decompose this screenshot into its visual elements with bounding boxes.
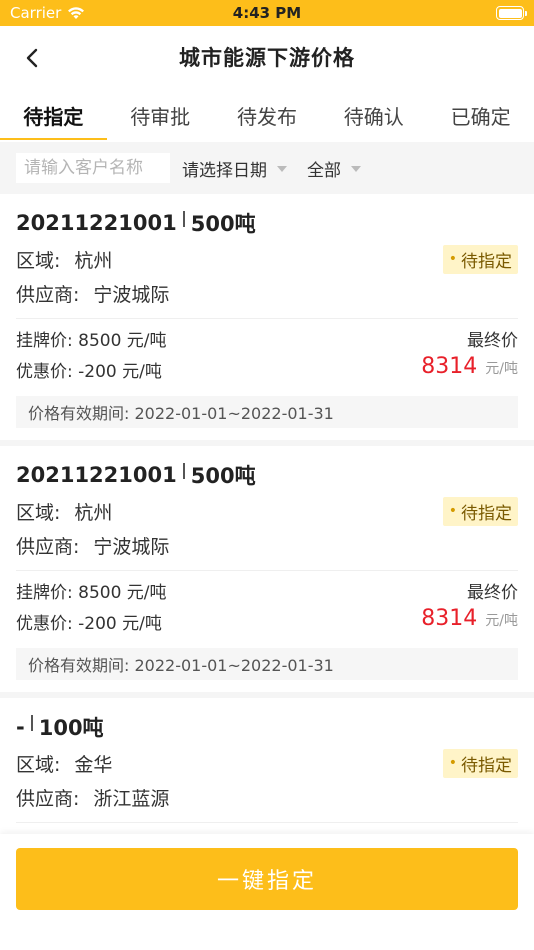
price-block: 挂牌价: 8500 元/吨 优惠价: -200 元/吨 最终价 8314 元/吨: [16, 575, 518, 640]
status-badge-label: 待指定: [461, 503, 512, 524]
region-label: 区域:: [16, 501, 61, 524]
caret-down-icon: [277, 166, 287, 172]
title-separator: [30, 715, 33, 731]
discount-price: 优惠价: -200 元/吨: [16, 362, 162, 382]
order-quantity: 100吨: [38, 716, 104, 740]
date-dropdown[interactable]: 请选择日期: [182, 156, 287, 181]
price-block: 挂牌价: 8500 元/吨 优惠价: -200 元/吨 最终价 8314 元/吨: [16, 323, 518, 388]
customer-search-input[interactable]: [16, 153, 170, 183]
divider: [16, 318, 518, 319]
region-label: 区域:: [16, 249, 61, 272]
dot-icon: •: [448, 755, 457, 771]
final-price-unit: 元/吨: [485, 361, 518, 377]
final-price-value: 8314: [421, 354, 478, 379]
dot-icon: •: [448, 251, 457, 267]
final-price-value: 8314: [421, 606, 478, 631]
supplier-value: 浙江蓝源: [93, 787, 170, 810]
supplier-row: 供应商: 浙江蓝源: [16, 780, 518, 814]
validity-period: 价格有效期间: 2022-01-01~2022-01-31: [16, 396, 518, 428]
divider: [16, 822, 518, 823]
filter-bar: 请选择日期 全部: [0, 142, 534, 194]
tab-pending-approval[interactable]: 待审批: [107, 88, 214, 142]
title-separator: [182, 463, 185, 479]
status-badge-label: 待指定: [461, 755, 512, 776]
back-button[interactable]: [18, 44, 46, 72]
tab-pending-publish[interactable]: 待发布: [214, 88, 321, 142]
supplier-value: 宁波城际: [93, 283, 170, 306]
final-price: 8314 元/吨: [421, 354, 518, 388]
date-dropdown-label: 请选择日期: [182, 160, 267, 181]
validity-period: 价格有效期间: 2022-01-01~2022-01-31: [16, 648, 518, 680]
final-price-label: 最终价: [467, 331, 518, 351]
assign-all-button[interactable]: 一键指定: [16, 848, 518, 910]
divider: [16, 570, 518, 571]
region-value: 杭州: [74, 501, 113, 524]
final-price-label: 最终价: [467, 583, 518, 603]
tab-pending-confirm[interactable]: 待确认: [320, 88, 427, 142]
final-price-unit: 元/吨: [485, 613, 518, 629]
region-value: 杭州: [74, 249, 113, 272]
region-label: 区域:: [16, 753, 61, 776]
nav-bar: 城市能源下游价格: [0, 26, 534, 88]
status-badge-label: 待指定: [461, 251, 512, 272]
order-id: 20211221001: [16, 463, 177, 487]
list-price: 挂牌价: 8500 元/吨: [16, 331, 167, 351]
page-title: 城市能源下游价格: [179, 46, 355, 70]
card-title: 20211221001 500吨: [16, 204, 518, 242]
card-title: - 100吨: [16, 708, 518, 746]
wifi-icon: [68, 7, 85, 19]
title-separator: [182, 211, 185, 227]
status-badge: • 待指定: [442, 748, 518, 778]
supplier-row: 供应商: 宁波城际: [16, 528, 518, 562]
tab-confirmed[interactable]: 已确定: [427, 88, 534, 142]
order-quantity: 500吨: [190, 464, 256, 488]
final-price: 8314 元/吨: [421, 606, 518, 640]
scope-dropdown-label: 全部: [307, 160, 341, 181]
region-value: 金华: [74, 753, 113, 776]
dot-icon: •: [448, 503, 457, 519]
carrier-label: Carrier: [10, 4, 62, 22]
status-bar: Carrier: [0, 0, 534, 26]
price-card[interactable]: 20211221001 500吨 区域: 杭州 • 待指定 供应商: 宁波城际 挂牌价…: [0, 194, 534, 446]
bottom-action-bar: 一键指定: [0, 834, 534, 950]
discount-price: 优惠价: -200 元/吨: [16, 614, 162, 634]
supplier-label: 供应商:: [16, 283, 80, 306]
tab-pending-assign[interactable]: 待指定: [0, 88, 107, 142]
status-badge: • 待指定: [442, 244, 518, 274]
region-row: 区域: 杭州 • 待指定: [16, 242, 518, 276]
price-card[interactable]: 20211221001 500吨 区域: 杭州 • 待指定 供应商: 宁波城际 挂牌价…: [0, 446, 534, 698]
region-row: 区域: 金华 • 待指定: [16, 746, 518, 780]
list-price: 挂牌价: 8500 元/吨: [16, 583, 167, 603]
scope-dropdown[interactable]: 全部: [307, 156, 361, 181]
battery-icon: [496, 6, 527, 20]
price-list: 20211221001 500吨 区域: 杭州 • 待指定 供应商: 宁波城际 挂牌价…: [0, 194, 534, 876]
status-badge: • 待指定: [442, 496, 518, 526]
order-quantity: 500吨: [190, 212, 256, 236]
status-tabs: 待指定 待审批 待发布 待确认 已确定: [0, 88, 534, 142]
supplier-label: 供应商:: [16, 535, 80, 558]
card-title: 20211221001 500吨: [16, 456, 518, 494]
region-row: 区域: 杭州 • 待指定: [16, 494, 518, 528]
order-id: -: [16, 715, 25, 739]
supplier-row: 供应商: 宁波城际: [16, 276, 518, 310]
order-id: 20211221001: [16, 211, 177, 235]
supplier-label: 供应商:: [16, 787, 80, 810]
chevron-left-icon: [26, 48, 38, 68]
status-left: Carrier: [10, 4, 85, 22]
caret-down-icon: [351, 166, 361, 172]
supplier-value: 宁波城际: [93, 535, 170, 558]
